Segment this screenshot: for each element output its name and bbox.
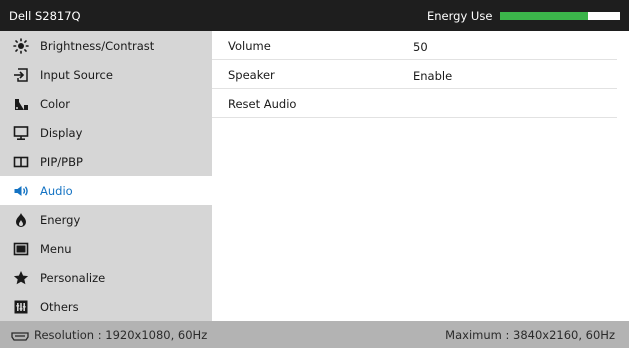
menu-item-label: Audio	[40, 183, 73, 198]
monitor-osd: Dell S2817Q Energy Use Brightness/Contra…	[0, 0, 629, 348]
menu-item-label: Color	[40, 96, 71, 111]
menu-icon	[11, 241, 31, 257]
menu-item-personalize[interactable]: Personalize	[0, 263, 212, 292]
menu-item-label: Display	[40, 125, 83, 140]
input-source-icon	[11, 67, 31, 83]
menu-item-color[interactable]: Color	[0, 89, 212, 118]
audio-settings-panel: Volume 50 Speaker Enable Reset Audio	[212, 31, 629, 321]
current-resolution: Resolution : 1920x1080, 60Hz	[34, 328, 208, 342]
osd-footer: Resolution : 1920x1080, 60Hz Maximum : 3…	[0, 321, 629, 348]
setting-value: 50	[413, 40, 428, 54]
menu-item-input-source[interactable]: Input Source	[0, 60, 212, 89]
setting-name: Reset Audio	[228, 97, 297, 111]
osd-header: Dell S2817Q Energy Use	[0, 0, 629, 31]
setting-name: Volume	[228, 39, 271, 53]
menu-item-menu[interactable]: Menu	[0, 234, 212, 263]
setting-value: Enable	[413, 69, 453, 83]
star-icon	[11, 270, 31, 286]
menu-item-others[interactable]: Others	[0, 292, 212, 321]
energy-use-fill	[500, 12, 588, 20]
energy-icon	[11, 212, 31, 228]
setting-name: Speaker	[228, 68, 275, 82]
menu-item-display[interactable]: Display	[0, 118, 212, 147]
audio-row-speaker[interactable]: Speaker Enable	[212, 60, 617, 89]
monitor-model-title: Dell S2817Q	[9, 9, 81, 23]
display-icon	[11, 125, 31, 141]
audio-row-volume[interactable]: Volume 50	[212, 31, 617, 60]
menu-item-label: Energy	[40, 212, 81, 227]
audio-row-reset-audio[interactable]: Reset Audio	[212, 89, 617, 118]
energy-use-label: Energy Use	[427, 9, 493, 23]
menu-item-label: Brightness/Contrast	[40, 38, 155, 53]
color-icon	[11, 96, 31, 112]
menu-item-label: Menu	[40, 241, 72, 256]
menu-item-energy[interactable]: Energy	[0, 205, 212, 234]
others-icon	[11, 299, 31, 315]
energy-use-meter	[500, 12, 620, 20]
menu-item-pip-pbp[interactable]: PIP/PBP	[0, 147, 212, 176]
brightness-icon	[11, 37, 31, 54]
menu-item-audio[interactable]: Audio	[0, 176, 212, 205]
speaker-icon	[11, 183, 31, 199]
menu-item-brightness-contrast[interactable]: Brightness/Contrast	[0, 31, 212, 60]
menu-item-label: PIP/PBP	[40, 154, 83, 169]
osd-sidebar: Brightness/Contrast Input Source Color D…	[0, 31, 212, 321]
menu-item-label: Others	[40, 299, 79, 314]
menu-item-label: Input Source	[40, 67, 113, 82]
hdmi-port-icon	[11, 330, 29, 341]
maximum-resolution: Maximum : 3840x2160, 60Hz	[445, 328, 615, 342]
menu-item-label: Personalize	[40, 270, 106, 285]
pip-pbp-icon	[11, 154, 31, 170]
